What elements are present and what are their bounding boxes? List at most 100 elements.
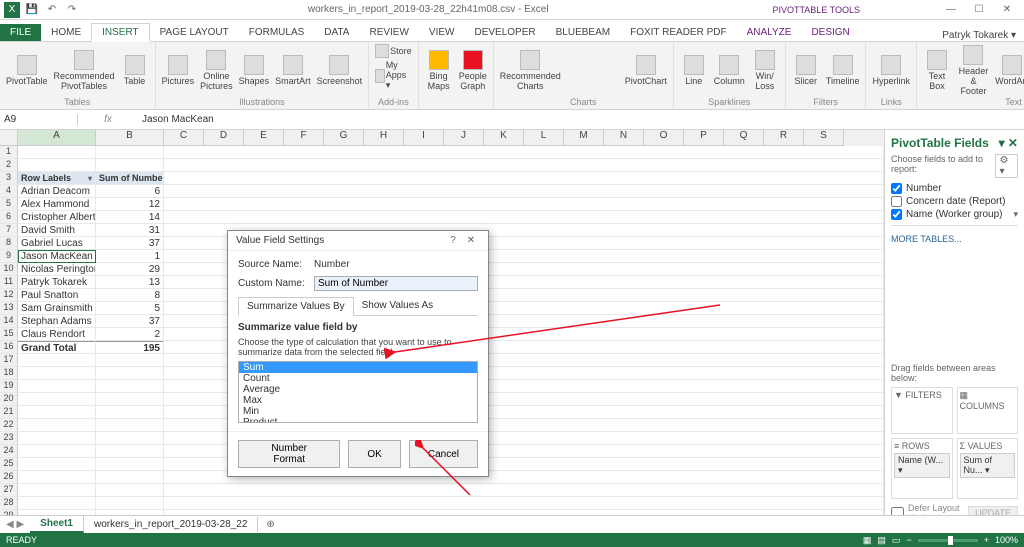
function-option[interactable]: Count [239, 373, 477, 384]
column-header[interactable]: K [484, 130, 524, 146]
pivot-row-labels-header[interactable]: Row Labels▾ [18, 172, 96, 185]
cell[interactable]: Stephan Adams [18, 315, 96, 328]
area-item[interactable]: Name (W... ▾ [894, 453, 950, 478]
tab-home[interactable]: HOME [41, 24, 91, 41]
cell[interactable] [164, 185, 884, 198]
column-header[interactable]: G [324, 130, 364, 146]
cell[interactable] [18, 380, 96, 393]
row-header[interactable]: 18 [0, 367, 18, 380]
row-header[interactable]: 25 [0, 458, 18, 471]
chart-type-icon[interactable] [567, 58, 583, 70]
name-box[interactable]: A9 [0, 114, 78, 125]
bing-maps-button[interactable]: Bing Maps [425, 50, 453, 91]
cell[interactable] [18, 354, 96, 367]
cell[interactable] [18, 146, 96, 159]
cell[interactable]: Sam Grainsmith [18, 302, 96, 315]
row-header[interactable]: 12 [0, 289, 18, 302]
view-break-icon[interactable]: ▭ [892, 535, 901, 546]
column-header[interactable]: C [164, 130, 204, 146]
tab-design[interactable]: DESIGN [801, 24, 859, 41]
online-pictures-button[interactable]: Online Pictures [200, 50, 233, 91]
row-header[interactable]: 8 [0, 237, 18, 250]
row-header[interactable]: 2 [0, 159, 18, 172]
chart-type-icon[interactable] [567, 72, 583, 84]
tab-show-values[interactable]: Show Values As [354, 297, 442, 315]
row-header[interactable]: 23 [0, 432, 18, 445]
sparkline-column-button[interactable]: Column [714, 55, 745, 86]
custom-name-input[interactable] [314, 276, 478, 291]
tab-developer[interactable]: DEVELOPER [464, 24, 545, 41]
cell[interactable]: 14 [96, 211, 164, 224]
tab-file[interactable]: FILE [0, 24, 41, 41]
fx-label[interactable]: fx [78, 114, 138, 125]
cell[interactable]: 2 [96, 328, 164, 341]
row-header[interactable]: 26 [0, 471, 18, 484]
tab-foxit[interactable]: FOXIT READER PDF [620, 24, 737, 41]
cell[interactable] [18, 458, 96, 471]
column-header[interactable]: S [804, 130, 844, 146]
tab-formulas[interactable]: FORMULAS [239, 24, 315, 41]
column-header[interactable]: A [18, 130, 96, 146]
cell[interactable]: Gabriel Lucas [18, 237, 96, 250]
cancel-button[interactable]: Cancel [409, 440, 478, 468]
row-header[interactable]: 10 [0, 263, 18, 276]
cell[interactable] [18, 367, 96, 380]
cell[interactable] [164, 146, 884, 159]
chart-type-icon[interactable] [603, 72, 619, 84]
column-header[interactable]: N [604, 130, 644, 146]
field-checkbox[interactable] [891, 183, 902, 194]
number-format-button[interactable]: Number Format [238, 440, 340, 468]
screenshot-button[interactable]: Screenshot [317, 55, 363, 86]
cell[interactable] [164, 484, 884, 497]
cell[interactable] [164, 198, 884, 211]
tab-analyze[interactable]: ANALYZE [737, 24, 802, 41]
zoom-in-icon[interactable]: + [984, 535, 989, 545]
cell[interactable] [164, 497, 884, 510]
formula-value[interactable]: Jason MacKean [138, 114, 214, 125]
row-header[interactable]: 13 [0, 302, 18, 315]
view-page-icon[interactable]: ▤ [877, 535, 886, 546]
column-header[interactable]: F [284, 130, 324, 146]
row-header[interactable]: 7 [0, 224, 18, 237]
undo-icon[interactable]: ↶ [44, 2, 60, 18]
row-header[interactable]: 4 [0, 185, 18, 198]
row-header[interactable]: 16 [0, 341, 18, 354]
column-header[interactable]: B [96, 130, 164, 146]
table-button[interactable]: Table [121, 55, 149, 86]
tab-review[interactable]: REVIEW [359, 24, 418, 41]
tab-insert[interactable]: INSERT [91, 23, 150, 42]
cell[interactable] [18, 471, 96, 484]
column-header[interactable]: I [404, 130, 444, 146]
view-normal-icon[interactable]: ▦ [863, 535, 872, 546]
user-account[interactable]: Patryk Tokarek ▾ [942, 30, 1024, 41]
zoom-out-icon[interactable]: − [906, 535, 911, 545]
row-header[interactable]: 1 [0, 146, 18, 159]
field-label[interactable]: Concern date (Report) [906, 196, 1006, 207]
cell[interactable]: Cristopher Albert [18, 211, 96, 224]
row-header[interactable]: 11 [0, 276, 18, 289]
field-label[interactable]: Name (Worker group) [906, 209, 1003, 220]
textbox-button[interactable]: Text Box [923, 50, 951, 91]
row-header[interactable]: 6 [0, 211, 18, 224]
cell[interactable] [18, 419, 96, 432]
more-tables-link[interactable]: MORE TABLES... [891, 234, 1018, 244]
area-item[interactable]: Sum of Nu... ▾ [960, 453, 1016, 478]
close-icon[interactable]: ▾ ✕ [999, 136, 1018, 150]
tab-view[interactable]: VIEW [419, 24, 465, 41]
cell[interactable] [96, 419, 164, 432]
tab-data[interactable]: DATA [314, 24, 359, 41]
cell[interactable] [96, 432, 164, 445]
sheet-tab[interactable]: workers_in_report_2019-03-28_22 [84, 517, 258, 532]
cell[interactable]: 37 [96, 315, 164, 328]
close-button[interactable]: ✕ [996, 4, 1018, 15]
recommended-pivottables-button[interactable]: Recommended PivotTables [54, 50, 115, 91]
field-label[interactable]: Number [906, 183, 942, 194]
function-option[interactable]: Average [239, 384, 477, 395]
cell[interactable] [96, 484, 164, 497]
redo-icon[interactable]: ↷ [64, 2, 80, 18]
chart-type-icon[interactable] [585, 58, 601, 70]
maximize-button[interactable]: ☐ [968, 4, 990, 15]
tab-page-layout[interactable]: PAGE LAYOUT [150, 24, 239, 41]
row-header[interactable]: 15 [0, 328, 18, 341]
cell[interactable] [96, 159, 164, 172]
